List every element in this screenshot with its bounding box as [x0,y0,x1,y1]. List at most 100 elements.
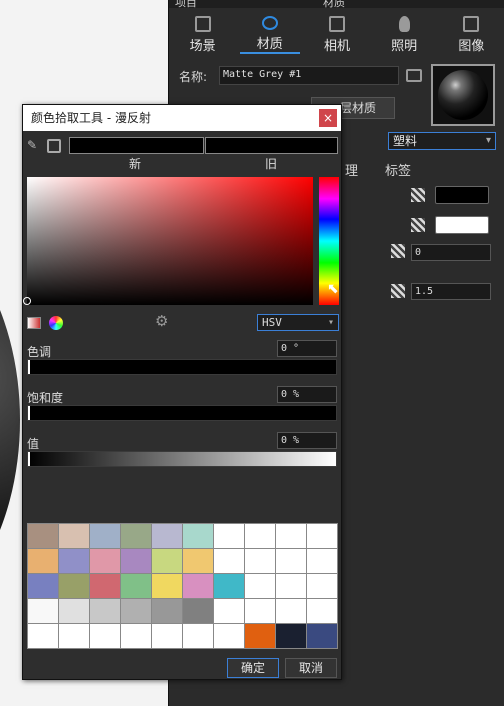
texture-map-icon[interactable] [411,218,425,232]
tab-label: 照明 [391,39,418,54]
palette-swatch[interactable] [276,524,306,548]
palette-swatch[interactable] [245,599,275,623]
mouse-cursor-icon: ⬉ [327,281,339,297]
palette-swatch[interactable] [245,549,275,573]
palette-swatch[interactable] [28,524,58,548]
palette-swatch[interactable] [183,574,213,598]
panel-title: 材质 [323,0,345,9]
palette-swatch[interactable] [307,549,337,573]
palette-swatch[interactable] [276,599,306,623]
saturation-slider[interactable] [27,405,337,421]
palette-swatch[interactable] [59,624,89,648]
palette-swatch[interactable] [245,574,275,598]
slider-knob[interactable] [28,452,30,466]
saturation-value-field[interactable]: 0 % [277,386,337,403]
tab-labels[interactable]: 标签 [385,160,411,179]
specular-color-swatch[interactable] [435,216,489,234]
palette-swatch[interactable] [276,549,306,573]
palette-swatch[interactable] [214,549,244,573]
slider-knob[interactable] [28,406,30,420]
sv-cursor[interactable] [23,297,31,305]
palette-swatch[interactable] [59,574,89,598]
roughness-field[interactable]: 0 [411,244,491,261]
tab-scene[interactable]: 场景 [173,16,233,54]
palette-swatch[interactable] [28,599,58,623]
tab-image[interactable]: 图像 [441,16,501,54]
palette-swatch[interactable] [152,524,182,548]
tab-label: 相机 [323,39,350,54]
palette-swatch[interactable] [152,574,182,598]
palette-swatch[interactable] [307,624,337,648]
close-button[interactable]: × [319,109,337,127]
tab-texture[interactable]: 理 [345,160,358,179]
eyedropper-icon[interactable]: ✎ [27,138,43,154]
material-name-field[interactable]: Matte Grey #1 [219,66,399,85]
palette-swatch[interactable] [90,549,120,573]
hue-slider[interactable] [27,359,337,375]
material-type-select[interactable]: 塑料 [388,132,496,150]
texture-map-icon[interactable] [391,244,405,258]
palette-swatch[interactable] [121,574,151,598]
palette-swatch[interactable] [90,624,120,648]
cancel-button[interactable]: 取消 [285,658,337,678]
palette-swatch[interactable] [90,524,120,548]
palette-swatch[interactable] [183,524,213,548]
palette-swatch[interactable] [90,574,120,598]
saturation-label: 饱和度 [27,391,64,405]
palette-swatch[interactable] [152,624,182,648]
palette-swatch[interactable] [276,624,306,648]
tab-lighting[interactable]: 照明 [374,16,434,54]
color-mode-select[interactable]: HSV [257,314,339,331]
gear-icon[interactable]: ⚙ [155,314,169,329]
gradient-mode-icon[interactable] [27,317,41,329]
tab-label: 材质 [256,37,283,52]
palette-swatch[interactable] [183,549,213,573]
save-icon[interactable] [47,139,61,153]
diffuse-color-swatch[interactable] [435,186,489,204]
palette-swatch[interactable] [121,549,151,573]
refraction-index-field[interactable]: 1.5 [411,283,491,300]
save-material-icon[interactable] [406,69,422,82]
palette-swatch[interactable] [59,599,89,623]
palette-swatch[interactable] [152,549,182,573]
texture-map-icon[interactable] [391,284,405,298]
palette-swatch[interactable] [214,624,244,648]
value-slider[interactable] [27,451,337,467]
palette-swatch[interactable] [183,599,213,623]
material-preview[interactable] [431,64,495,126]
palette-swatch[interactable] [28,574,58,598]
palette-swatch[interactable] [245,624,275,648]
palette-swatch[interactable] [152,599,182,623]
palette-swatch[interactable] [121,624,151,648]
saturation-value-area[interactable] [27,177,313,305]
palette-swatch[interactable] [28,624,58,648]
color-wheel-icon[interactable] [49,316,63,330]
palette-swatch[interactable] [307,574,337,598]
palette-swatch[interactable] [245,524,275,548]
palette-swatch[interactable] [59,549,89,573]
palette-swatch[interactable] [90,599,120,623]
old-color-swatch[interactable] [205,137,338,154]
value-value-field[interactable]: 0 % [277,432,337,449]
palette-swatch[interactable] [276,574,306,598]
palette-swatch[interactable] [28,549,58,573]
palette-swatch[interactable] [183,624,213,648]
texture-map-icon[interactable] [411,188,425,202]
ok-button[interactable]: 确定 [227,658,279,678]
dialog-title: 颜色拾取工具 - 漫反射 [23,105,341,131]
palette-swatch[interactable] [307,599,337,623]
palette-swatch[interactable] [214,524,244,548]
slider-knob[interactable] [28,360,30,374]
viewport-sphere [0,210,20,630]
tab-material[interactable]: 材质 [239,16,300,54]
old-color-label: 旧 [265,157,278,171]
palette-swatch[interactable] [59,524,89,548]
tab-camera[interactable]: 相机 [307,16,367,54]
palette-swatch[interactable] [214,599,244,623]
palette-swatch[interactable] [214,574,244,598]
palette-swatch[interactable] [121,599,151,623]
image-icon [463,16,480,32]
hue-value-field[interactable]: 0 ° [277,340,337,357]
palette-swatch[interactable] [307,524,337,548]
palette-swatch[interactable] [121,524,151,548]
